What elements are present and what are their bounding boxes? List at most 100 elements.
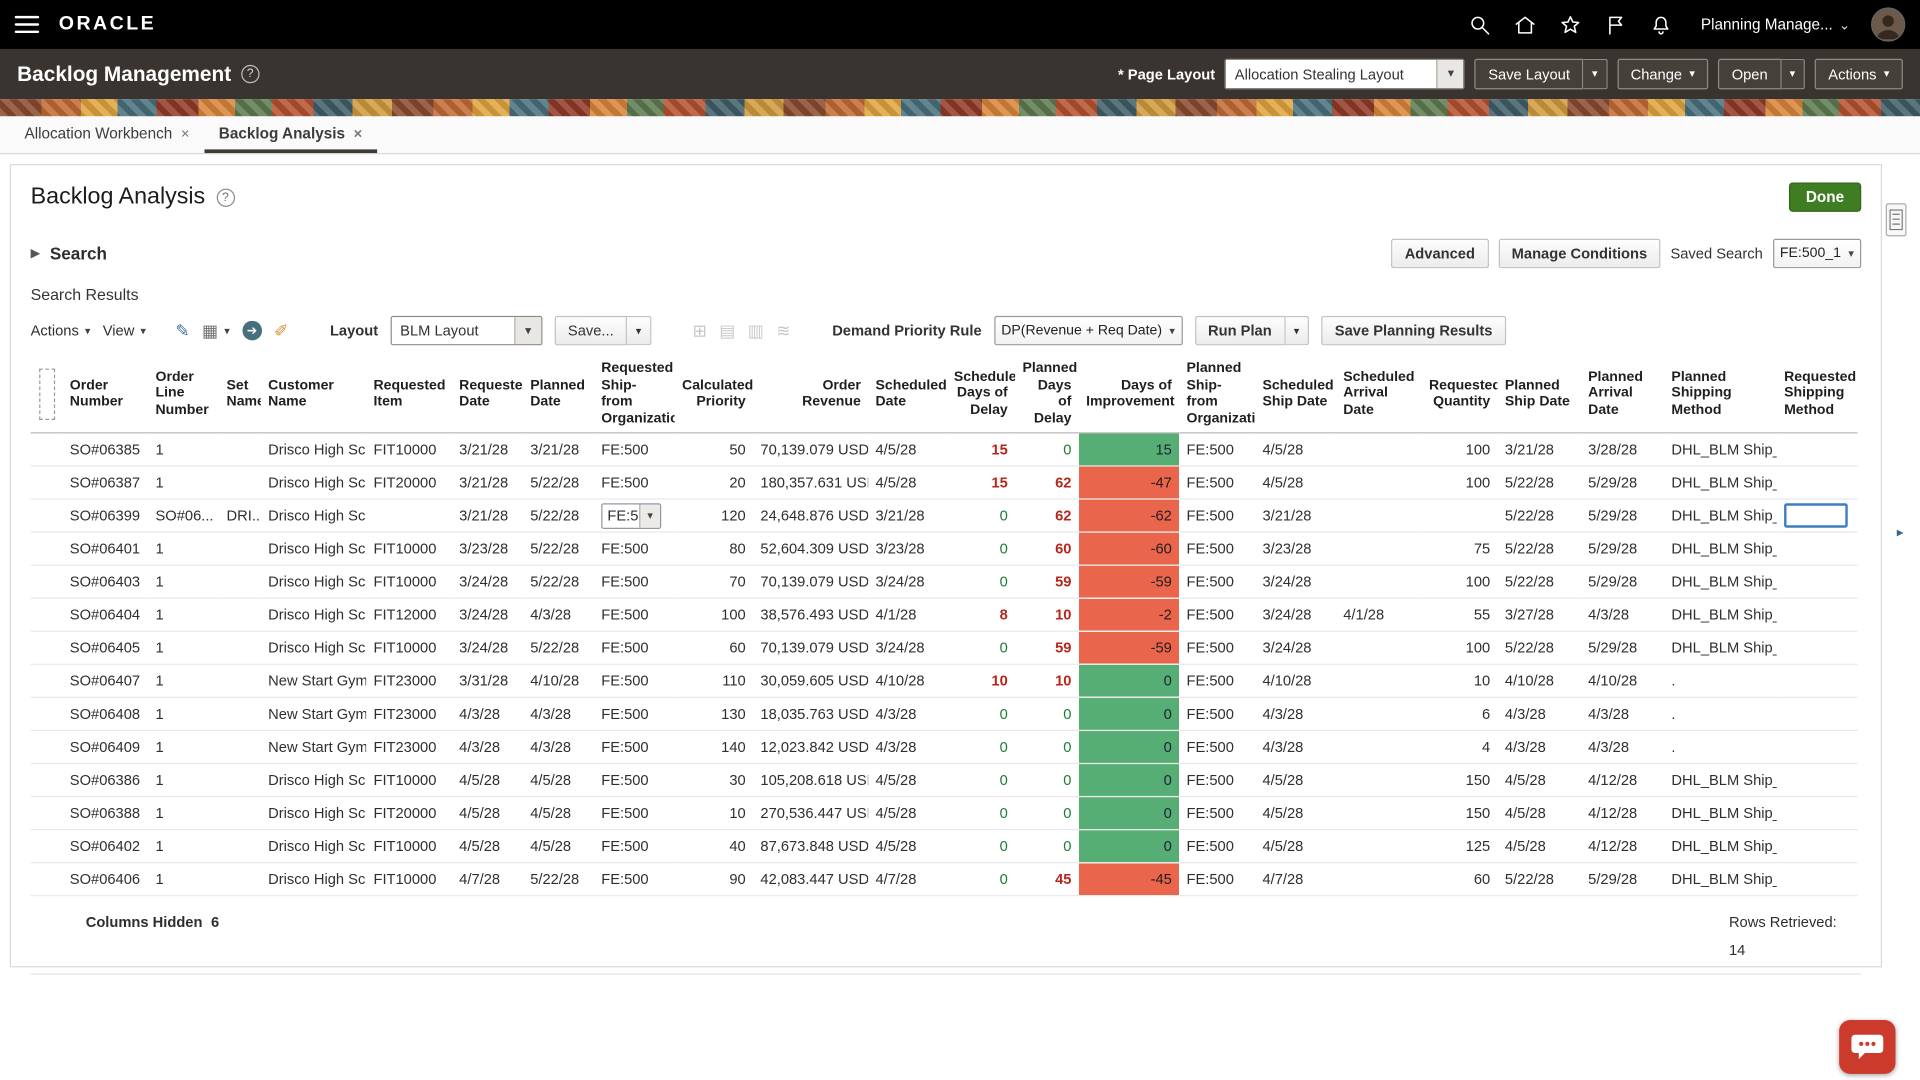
cell-planned_ship_org[interactable]: FE:500 xyxy=(1179,499,1255,532)
cell-improvement[interactable]: 0 xyxy=(1079,764,1179,797)
save-dropdown-icon[interactable]: ▾ xyxy=(627,316,651,345)
row-handle[interactable] xyxy=(31,764,63,797)
table-row[interactable]: SO#064041Drisco High Sc...FIT120003/24/2… xyxy=(31,598,1858,631)
cell-customer[interactable]: Drisco High Sc... xyxy=(261,532,366,565)
cell-req_ship_method[interactable] xyxy=(1777,466,1858,499)
save-layout-dropdown-icon[interactable]: ▾ xyxy=(1583,59,1607,90)
cell-planned_delay[interactable]: 10 xyxy=(1015,598,1079,631)
cell-planned_ship_method[interactable]: DHL_BLM Ship_BL... xyxy=(1664,466,1777,499)
cell-planned_ship_method[interactable]: DHL_BLM Ship_BL... xyxy=(1664,797,1777,830)
cell-requested_date[interactable]: 3/21/28 xyxy=(452,466,523,499)
cell-planned_arrival[interactable]: 4/10/28 xyxy=(1581,665,1664,698)
cell-planned_date[interactable]: 4/5/28 xyxy=(523,797,594,830)
cell-priority[interactable]: 20 xyxy=(675,466,753,499)
cell-planned_ship_date[interactable]: 5/22/28 xyxy=(1498,565,1581,598)
row-handle[interactable] xyxy=(31,499,63,532)
cell-planned_date[interactable]: 5/22/28 xyxy=(523,499,594,532)
cell-order_line[interactable]: SO#06... xyxy=(148,499,219,532)
cell-sched_arrival[interactable] xyxy=(1336,698,1422,731)
cell-set_name[interactable] xyxy=(219,632,261,665)
cell-requested_date[interactable]: 4/7/28 xyxy=(452,863,523,896)
actions-menu[interactable]: Actions▾ xyxy=(31,322,91,339)
cell-set_name[interactable] xyxy=(219,764,261,797)
open-dropdown-icon[interactable]: ▾ xyxy=(1781,59,1805,90)
save-button[interactable]: Save... xyxy=(554,316,627,345)
column-header-order_number[interactable]: Order Number xyxy=(62,356,148,433)
cell-sched_ship_date[interactable]: 3/24/28 xyxy=(1255,565,1336,598)
cell-planned_ship_org[interactable]: FE:500 xyxy=(1179,665,1255,698)
cell-revenue[interactable]: 87,673.848 USD xyxy=(753,830,868,863)
cell-req_qty[interactable]: 100 xyxy=(1422,433,1498,466)
row-handle[interactable] xyxy=(31,565,63,598)
cell-item[interactable]: FIT10000 xyxy=(366,830,452,863)
cell-customer[interactable]: New Start Gyms xyxy=(261,731,366,764)
cell-planned_ship_date[interactable]: 5/22/28 xyxy=(1498,499,1581,532)
cell-req_qty[interactable] xyxy=(1422,499,1498,532)
cell-sched_ship_date[interactable]: 3/24/28 xyxy=(1255,598,1336,631)
side-panel-toggle[interactable] xyxy=(1886,203,1907,236)
column-header-scheduled_date[interactable]: Scheduled Date xyxy=(868,356,946,433)
cell-req_qty[interactable]: 75 xyxy=(1422,532,1498,565)
cell-sched_delay[interactable]: 0 xyxy=(947,764,1016,797)
cell-set_name[interactable] xyxy=(219,466,261,499)
cell-sched_delay[interactable]: 0 xyxy=(947,698,1016,731)
cell-req_ship_method[interactable] xyxy=(1777,499,1858,532)
save-planning-results-button[interactable]: Save Planning Results xyxy=(1321,316,1506,345)
column-header-customer[interactable]: Customer Name xyxy=(261,356,366,433)
cell-scheduled_date[interactable]: 4/5/28 xyxy=(868,466,946,499)
column-header-req_qty[interactable]: Requested Quantity xyxy=(1422,356,1498,433)
search-expand-icon[interactable]: ▶ xyxy=(31,247,40,260)
cell-order_number[interactable]: SO#06405 xyxy=(62,632,148,665)
cell-item[interactable]: FIT10000 xyxy=(366,532,452,565)
cell-order_line[interactable]: 1 xyxy=(148,598,219,631)
cell-order_line[interactable]: 1 xyxy=(148,698,219,731)
column-header-req_ship_org[interactable]: Requested Ship-from Organizatio xyxy=(594,356,675,433)
cell-planned_ship_method[interactable]: . xyxy=(1664,698,1777,731)
row-selector-header[interactable] xyxy=(31,356,63,433)
cell-item[interactable]: FIT10000 xyxy=(366,863,452,896)
table-row[interactable]: SO#064011Drisco High Sc...FIT100003/23/2… xyxy=(31,532,1858,565)
cell-revenue[interactable]: 30,059.605 USD xyxy=(753,665,868,698)
notifications-bell-icon[interactable] xyxy=(1648,12,1672,36)
column-header-improvement[interactable]: Days of Improvement xyxy=(1079,356,1179,433)
column-header-sched_arrival[interactable]: Scheduled Arrival Date xyxy=(1336,356,1422,433)
cell-req_ship_method[interactable] xyxy=(1777,830,1858,863)
cell-sched_arrival[interactable] xyxy=(1336,632,1422,665)
cell-revenue[interactable]: 70,139.079 USD xyxy=(753,632,868,665)
cell-order_number[interactable]: SO#06401 xyxy=(62,532,148,565)
cell-planned_date[interactable]: 4/10/28 xyxy=(523,665,594,698)
cell-sched_delay[interactable]: 0 xyxy=(947,731,1016,764)
cell-planned_arrival[interactable]: 4/3/28 xyxy=(1581,598,1664,631)
cell-planned_ship_date[interactable]: 3/21/28 xyxy=(1498,433,1581,466)
cell-customer[interactable]: New Start Gyms xyxy=(261,665,366,698)
cell-priority[interactable]: 70 xyxy=(675,565,753,598)
cell-req_ship_org[interactable]: FE:500 xyxy=(594,830,675,863)
cell-customer[interactable]: Drisco High Sc... xyxy=(261,598,366,631)
cell-order_line[interactable]: 1 xyxy=(148,433,219,466)
cell-priority[interactable]: 90 xyxy=(675,863,753,896)
cell-sched_delay[interactable]: 8 xyxy=(947,598,1016,631)
cell-customer[interactable]: Drisco High Sc... xyxy=(261,797,366,830)
cell-set_name[interactable] xyxy=(219,797,261,830)
table-row[interactable]: SO#063881Drisco High Sc...FIT200004/5/28… xyxy=(31,797,1858,830)
cell-req_qty[interactable]: 125 xyxy=(1422,830,1498,863)
cell-req_ship_org[interactable]: FE:500 xyxy=(594,797,675,830)
column-header-sched_ship_date[interactable]: Scheduled Ship Date xyxy=(1255,356,1336,433)
cell-planned_delay[interactable]: 0 xyxy=(1015,433,1079,466)
cell-planned_arrival[interactable]: 5/29/28 xyxy=(1581,466,1664,499)
cell-item[interactable]: FIT10000 xyxy=(366,565,452,598)
cell-planned_ship_date[interactable]: 4/5/28 xyxy=(1498,764,1581,797)
cell-improvement[interactable]: 15 xyxy=(1079,433,1179,466)
cell-sched_arrival[interactable] xyxy=(1336,466,1422,499)
cell-req_ship_org[interactable]: FE:500 xyxy=(594,532,675,565)
column-header-planned_ship_method[interactable]: Planned Shipping Method xyxy=(1664,356,1777,433)
cell-req_ship_method[interactable] xyxy=(1777,632,1858,665)
cell-req_ship_org[interactable]: FE:500 xyxy=(594,433,675,466)
inline-edit-input[interactable] xyxy=(1784,504,1848,528)
cell-improvement[interactable]: 0 xyxy=(1079,665,1179,698)
cell-planned_date[interactable]: 5/22/28 xyxy=(523,863,594,896)
cell-planned_delay[interactable]: 62 xyxy=(1015,466,1079,499)
cell-order_number[interactable]: SO#06407 xyxy=(62,665,148,698)
detach-icon[interactable]: ▥ xyxy=(748,322,764,339)
cell-item[interactable]: FIT23000 xyxy=(366,731,452,764)
